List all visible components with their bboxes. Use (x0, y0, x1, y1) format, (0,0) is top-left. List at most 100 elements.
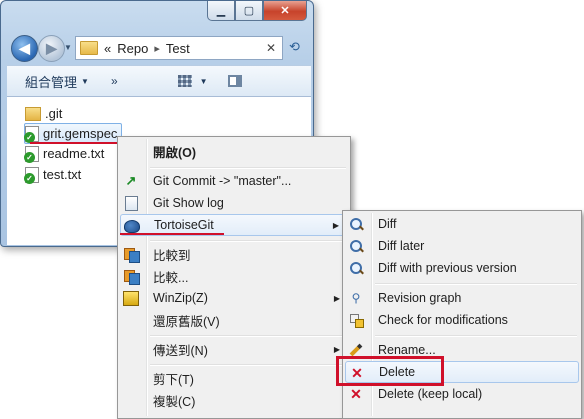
menu-separator (150, 167, 346, 169)
menu-separator (375, 283, 577, 285)
menu-item-label: WinZip(Z) (153, 291, 208, 305)
more-commands-button[interactable]: » (111, 74, 118, 88)
forward-button[interactable]: ▶ (38, 35, 65, 62)
address-clear-icon[interactable]: ✕ (266, 41, 276, 55)
menu-item-git-show-log[interactable]: Git Show log (120, 192, 348, 214)
organize-dropdown-icon: ▼ (81, 76, 89, 86)
menu-item-check-modifications[interactable]: Check for modifications (345, 309, 579, 331)
menu-item-label: 比較到 (153, 248, 191, 263)
minimize-icon: ▁ (216, 5, 226, 17)
recent-pages-dropdown[interactable]: ▼ (64, 43, 72, 52)
revision-graph-icon: ⚲ (351, 291, 361, 305)
tortoisegit-icon (124, 218, 140, 234)
menu-separator (150, 364, 346, 366)
file-name: grit.gemspec (43, 126, 118, 141)
menu-item-label: TortoiseGit (154, 218, 214, 232)
close-button[interactable]: ✕ (263, 1, 307, 21)
breadcrumb-repo[interactable]: Repo (117, 41, 148, 56)
menu-item-label: Diff with previous version (378, 261, 517, 275)
menu-item-revision-graph[interactable]: ⚲ Revision graph (345, 287, 579, 309)
command-bar: 組合管理 ▼ » ▼ (7, 65, 311, 97)
menu-item-compare[interactable]: 比較... (120, 265, 348, 287)
menu-item-label: Rename... (378, 343, 436, 357)
file-item-git[interactable]: .git (25, 104, 62, 123)
menu-separator (375, 335, 577, 337)
address-overflow[interactable]: « (104, 41, 111, 56)
file-item-readme[interactable]: ✓ readme.txt (24, 144, 105, 163)
menu-item-label: 傳送到(N) (153, 343, 208, 358)
git-clean-file-icon: ✓ (24, 166, 39, 184)
annotation-highlight-box (336, 356, 444, 386)
address-bar[interactable]: « Repo ▸ Test ✕ (75, 36, 283, 60)
menu-item-delete-keep-local[interactable]: ✕ Delete (keep local) (345, 383, 579, 405)
close-icon: ✕ (280, 5, 290, 17)
file-name: readme.txt (43, 146, 105, 161)
breadcrumb-separator[interactable]: ▸ (154, 42, 160, 55)
magnifier-icon (348, 260, 364, 276)
submenu-arrow-icon: ▶ (333, 293, 340, 303)
menu-item-label: Git Commit -> "master"... (153, 174, 292, 188)
file-name: .git (45, 106, 63, 121)
submenu-arrow-icon: ▶ (333, 344, 340, 354)
annotation-underline (30, 142, 118, 144)
menu-item-cut[interactable]: 剪下(T) (120, 367, 348, 389)
file-name: test.txt (43, 167, 82, 182)
folder-icon (25, 106, 41, 121)
maximize-icon: ▢ (243, 5, 255, 17)
compare-icon (123, 268, 140, 285)
commit-arrow-icon: ↗ (125, 173, 137, 188)
menu-item-open[interactable]: 開啟(O) (120, 140, 348, 162)
menu-item-label: 開啟(O) (153, 145, 197, 160)
menu-item-send-to[interactable]: 傳送到(N) ▶ (120, 338, 348, 360)
menu-item-git-commit[interactable]: ↗ Git Commit -> "master"... (120, 170, 348, 192)
organize-button[interactable]: 組合管理 (25, 72, 77, 91)
git-clean-file-icon: ✓ (24, 125, 39, 143)
magnifier-icon (348, 216, 364, 232)
compare-icon (123, 246, 140, 263)
log-icon (123, 195, 139, 211)
menu-item-label: Check for modifications (378, 313, 508, 327)
check-modifications-icon (348, 312, 364, 328)
delete-x-icon: ✕ (350, 385, 362, 402)
menu-item-label: Git Show log (153, 196, 224, 210)
maximize-button[interactable]: ▢ (235, 1, 263, 21)
navigation-bar: ◀ ▶ ▼ « Repo ▸ Test ✕ ⟲ (7, 33, 311, 63)
menu-item-diff-previous[interactable]: Diff with previous version (345, 257, 579, 279)
back-arrow-icon: ◀ (19, 40, 30, 56)
file-item-test[interactable]: ✓ test.txt (24, 165, 82, 184)
menu-item-label: Diff (378, 217, 397, 231)
refresh-icon[interactable]: ⟲ (289, 39, 300, 55)
back-button[interactable]: ◀ (11, 35, 38, 62)
breadcrumb-test[interactable]: Test (166, 41, 190, 56)
menu-item-label: 剪下(T) (153, 372, 194, 387)
menu-item-label: 比較... (153, 270, 189, 285)
menu-separator (150, 335, 346, 337)
folder-icon (80, 41, 98, 55)
menu-item-label: 還原舊版(V) (153, 314, 220, 329)
winzip-icon (123, 290, 139, 306)
annotation-underline (120, 233, 224, 235)
tortoisegit-submenu: Diff Diff later Diff with previous versi… (342, 210, 582, 419)
menu-item-diff[interactable]: Diff (345, 213, 579, 235)
context-menu: 開啟(O) ↗ Git Commit -> "master"... Git Sh… (117, 136, 351, 419)
minimize-button[interactable]: ▁ (207, 1, 235, 21)
views-dropdown-icon: ▼ (199, 76, 208, 86)
views-icon (177, 75, 192, 87)
menu-separator (150, 240, 346, 242)
forward-arrow-icon: ▶ (46, 40, 57, 56)
magnifier-icon (348, 238, 364, 254)
caption-buttons: ▁ ▢ ✕ (207, 1, 307, 21)
menu-item-label: Delete (keep local) (378, 387, 483, 401)
menu-item-compare-to[interactable]: 比較到 (120, 243, 348, 265)
menu-item-diff-later[interactable]: Diff later (345, 235, 579, 257)
menu-item-restore[interactable]: 還原舊版(V) (120, 309, 348, 331)
menu-item-winzip[interactable]: WinZip(Z) ▶ (120, 287, 348, 309)
menu-item-label: Revision graph (378, 291, 462, 305)
file-item-grit-gemspec[interactable]: ✓ grit.gemspec (24, 123, 123, 144)
git-clean-file-icon: ✓ (24, 145, 39, 163)
menu-item-copy[interactable]: 複製(C) (120, 389, 348, 411)
views-button[interactable]: ▼ (177, 75, 208, 87)
menu-item-label: Diff later (378, 239, 425, 253)
preview-pane-icon[interactable] (227, 75, 242, 87)
submenu-arrow-icon: ▶ (332, 220, 339, 230)
